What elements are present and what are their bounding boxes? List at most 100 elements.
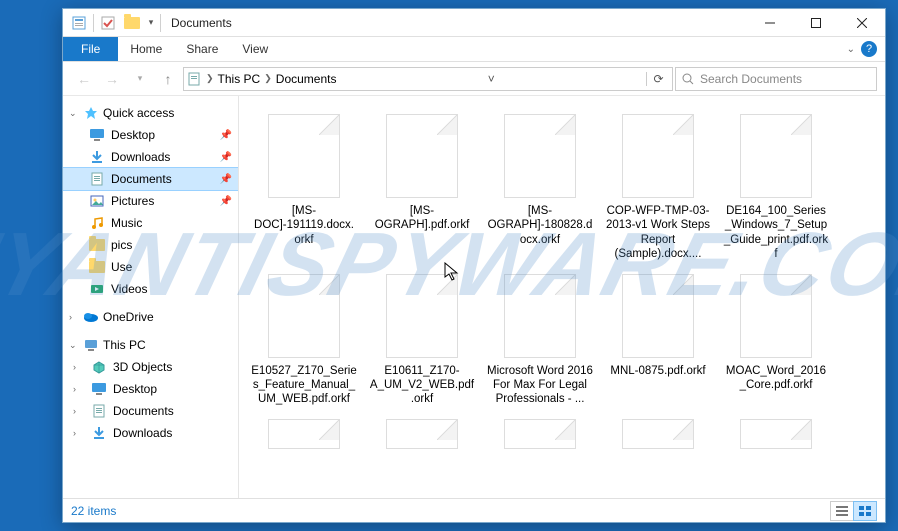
folder-icon bbox=[89, 259, 105, 275]
file-item[interactable] bbox=[601, 415, 715, 459]
checkbox-qat-icon[interactable] bbox=[96, 11, 120, 35]
breadcrumb-current[interactable]: Documents bbox=[276, 72, 337, 86]
file-tab[interactable]: File bbox=[63, 37, 118, 61]
file-thumbnail-icon bbox=[504, 274, 576, 358]
titlebar: ▾ Documents bbox=[63, 9, 885, 37]
videos-icon bbox=[89, 281, 105, 297]
chevron-down-icon[interactable]: ⌄ bbox=[69, 340, 79, 351]
file-item[interactable]: [MS-OGRAPH].pdf.orkf bbox=[365, 110, 479, 266]
refresh-icon[interactable]: ⟳ bbox=[646, 72, 670, 86]
sidebar-item-use[interactable]: Use bbox=[63, 256, 238, 278]
chevron-right-icon[interactable]: › bbox=[73, 428, 83, 438]
file-item[interactable]: E10527_Z170_Series_Feature_Manual_UM_WEB… bbox=[247, 270, 361, 411]
search-input[interactable]: Search Documents bbox=[675, 67, 877, 91]
file-thumbnail-icon bbox=[268, 419, 340, 449]
sidebar-item-label: pics bbox=[111, 238, 132, 252]
desktop-icon bbox=[89, 127, 105, 143]
file-item[interactable]: COP-WFP-TMP-03-2013-v1 Work Steps Report… bbox=[601, 110, 715, 266]
nav-onedrive[interactable]: › OneDrive bbox=[63, 306, 238, 328]
maximize-button[interactable] bbox=[793, 9, 839, 37]
sidebar-item-label: Use bbox=[111, 260, 132, 274]
file-thumbnail-icon bbox=[740, 114, 812, 198]
sidebar-item-label: Desktop bbox=[113, 382, 157, 396]
file-name: Microsoft Word 2016 For Max For Legal Pr… bbox=[487, 364, 593, 407]
sidebar-item-downloads[interactable]: ›Downloads bbox=[63, 422, 238, 444]
breadcrumb-root[interactable]: This PC bbox=[218, 72, 261, 86]
star-icon bbox=[83, 105, 99, 121]
nav-quick-access[interactable]: ⌄ Quick access bbox=[63, 102, 238, 124]
folder-qat-icon[interactable] bbox=[120, 11, 144, 35]
properties-qat-icon[interactable] bbox=[67, 11, 91, 35]
address-dropdown-icon[interactable]: ˅ bbox=[479, 72, 503, 86]
documents-icon bbox=[91, 403, 107, 419]
file-item[interactable]: E10611_Z170-A_UM_V2_WEB.pdf.orkf bbox=[365, 270, 479, 411]
sidebar-item-label: 3D Objects bbox=[113, 360, 172, 374]
chevron-right-icon[interactable]: › bbox=[73, 406, 83, 416]
nav-label: OneDrive bbox=[103, 310, 154, 324]
chevron-right-icon[interactable]: ❯ bbox=[206, 73, 214, 84]
icons-view-button[interactable] bbox=[853, 501, 877, 521]
back-button[interactable]: ← bbox=[71, 66, 97, 92]
sidebar-item-label: Videos bbox=[111, 282, 147, 296]
quick-access-toolbar: ▾ bbox=[63, 11, 158, 35]
window-controls bbox=[747, 9, 885, 37]
tab-share[interactable]: Share bbox=[174, 37, 230, 61]
pin-icon: 📌 bbox=[220, 196, 232, 207]
sidebar-item-label: Desktop bbox=[111, 128, 155, 142]
sidebar-item-label: Documents bbox=[113, 404, 174, 418]
file-item[interactable] bbox=[483, 415, 597, 459]
sidebar-item-pictures[interactable]: Pictures📌 bbox=[63, 190, 238, 212]
qat-separator bbox=[93, 14, 94, 32]
breadcrumb[interactable]: ❯ This PC ❯ Documents ˅ ⟳ bbox=[183, 67, 673, 91]
file-name: [MS-OGRAPH]-180828.docx.orkf bbox=[487, 204, 593, 247]
file-pane[interactable]: [MS-DOC]-191119.docx.orkf[MS-OGRAPH].pdf… bbox=[239, 96, 885, 498]
sidebar-item-videos[interactable]: Videos bbox=[63, 278, 238, 300]
tab-view[interactable]: View bbox=[230, 37, 280, 61]
file-item[interactable]: [MS-DOC]-191119.docx.orkf bbox=[247, 110, 361, 266]
chevron-right-icon[interactable]: › bbox=[73, 384, 83, 394]
details-view-button[interactable] bbox=[830, 501, 854, 521]
file-item[interactable] bbox=[719, 415, 833, 459]
file-item[interactable]: MOAC_Word_2016_Core.pdf.orkf bbox=[719, 270, 833, 411]
qat-dropdown-icon[interactable]: ▾ bbox=[144, 11, 158, 35]
sidebar-item-pics[interactable]: pics bbox=[63, 234, 238, 256]
nav-this-pc[interactable]: ⌄ This PC bbox=[63, 334, 238, 356]
ribbon-tabs: File Home Share View ⌄ ? bbox=[63, 37, 885, 62]
chevron-down-icon[interactable]: ⌄ bbox=[69, 108, 79, 119]
downloads-icon bbox=[89, 149, 105, 165]
file-thumbnail-icon bbox=[504, 419, 576, 449]
chevron-right-icon[interactable]: ❯ bbox=[264, 73, 272, 84]
nav-label: This PC bbox=[103, 338, 146, 352]
minimize-button[interactable] bbox=[747, 9, 793, 37]
pin-icon: 📌 bbox=[220, 152, 232, 163]
recent-locations-button[interactable]: ▾ bbox=[127, 66, 153, 92]
file-grid: [MS-DOC]-191119.docx.orkf[MS-OGRAPH].pdf… bbox=[247, 110, 877, 459]
file-item[interactable]: [MS-OGRAPH]-180828.docx.orkf bbox=[483, 110, 597, 266]
file-thumbnail-icon bbox=[268, 274, 340, 358]
file-thumbnail-icon bbox=[386, 274, 458, 358]
file-item[interactable] bbox=[365, 415, 479, 459]
sidebar-item-documents[interactable]: Documents📌 bbox=[63, 168, 238, 190]
ribbon-collapse-icon[interactable]: ⌄ bbox=[847, 44, 855, 55]
help-icon[interactable]: ? bbox=[861, 41, 877, 57]
file-item[interactable]: DE164_100_Series_Windows_7_Setup_Guide_p… bbox=[719, 110, 833, 266]
chevron-right-icon[interactable]: › bbox=[73, 362, 83, 372]
sidebar-item-desktop[interactable]: Desktop📌 bbox=[63, 124, 238, 146]
tab-home[interactable]: Home bbox=[118, 37, 174, 61]
close-button[interactable] bbox=[839, 9, 885, 37]
sidebar-item-music[interactable]: Music bbox=[63, 212, 238, 234]
forward-button[interactable]: → bbox=[99, 66, 125, 92]
up-button[interactable]: ↑ bbox=[155, 66, 181, 92]
item-count: 22 items bbox=[71, 504, 116, 518]
sidebar-item-3d-objects[interactable]: › 3D Objects bbox=[63, 356, 238, 378]
file-item[interactable]: MNL-0875.pdf.orkf bbox=[601, 270, 715, 411]
address-bar: ← → ▾ ↑ ❯ This PC ❯ Documents ˅ ⟳ Search… bbox=[63, 62, 885, 96]
sidebar-item-documents[interactable]: › Documents bbox=[63, 400, 238, 422]
sidebar-item-desktop[interactable]: › Desktop bbox=[63, 378, 238, 400]
music-icon bbox=[89, 215, 105, 231]
chevron-right-icon[interactable]: › bbox=[69, 312, 79, 322]
file-item[interactable] bbox=[247, 415, 361, 459]
sidebar-item-label: Music bbox=[111, 216, 142, 230]
sidebar-item-downloads[interactable]: Downloads📌 bbox=[63, 146, 238, 168]
file-item[interactable]: Microsoft Word 2016 For Max For Legal Pr… bbox=[483, 270, 597, 411]
